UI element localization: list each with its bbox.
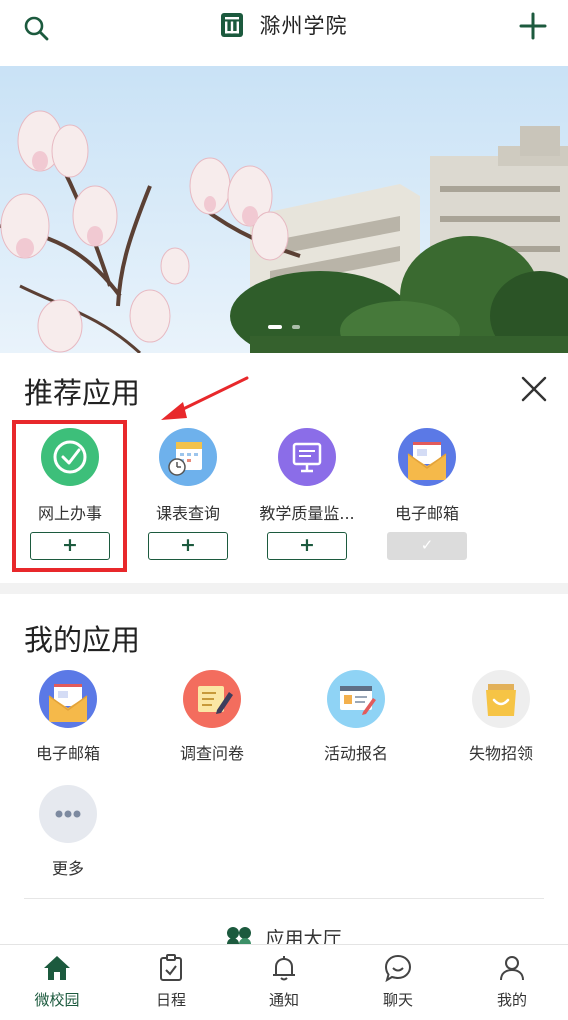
page-title: 滁州学院 [259, 14, 348, 38]
email-icon [39, 670, 97, 728]
tab-schedule[interactable]: 日程 [131, 953, 211, 1010]
banner-dot [291, 325, 300, 329]
annotation-arrow [161, 376, 249, 420]
divider-line [24, 898, 544, 899]
tab-label: 我的 [496, 991, 527, 1009]
recommend-title: 推荐应用 [24, 376, 141, 410]
tab-label: 日程 [155, 991, 186, 1009]
my-app-label: 调查问卷 [179, 744, 244, 763]
tab-notice[interactable]: 通知 [244, 953, 324, 1010]
more-icon [39, 785, 97, 843]
my-app-label: 电子邮箱 [35, 744, 100, 763]
bell-icon [273, 956, 295, 981]
tab-campus[interactable]: 微校园 [17, 953, 97, 1010]
bottom-tab-bar: 微校园 日程 通知 聊天 我的 [0, 944, 568, 1020]
recommend-item-teaching-quality[interactable]: 教学质量监... + [247, 428, 367, 568]
online-service-icon [41, 428, 99, 486]
tab-label: 通知 [268, 991, 299, 1009]
my-app-label: 活动报名 [323, 744, 388, 763]
tab-profile[interactable]: 我的 [472, 953, 552, 1010]
tab-chat[interactable]: 聊天 [358, 953, 438, 1010]
chat-icon [384, 954, 412, 983]
home-icon [44, 956, 70, 980]
profile-icon [500, 956, 524, 981]
campus-banner[interactable] [0, 66, 568, 353]
plus-icon: + [299, 534, 315, 556]
recommend-item-label: 网上办事 [37, 504, 102, 523]
campus-magnolia-photo [0, 66, 568, 353]
schedule-icon [160, 954, 182, 981]
teaching-quality-icon [278, 428, 336, 486]
survey-icon [183, 670, 241, 728]
close-icon[interactable] [518, 373, 550, 405]
tab-label: 微校园 [34, 991, 80, 1009]
plus-icon: + [180, 534, 196, 556]
recommend-item-label: 课表查询 [155, 504, 220, 523]
recommend-item-email[interactable]: 电子邮箱 ✓ [367, 428, 487, 568]
section-divider [0, 583, 568, 594]
plus-icon[interactable] [518, 11, 548, 41]
school-logo-icon [221, 13, 244, 37]
add-app-button[interactable]: + [148, 532, 228, 560]
my-app-survey[interactable]: 调查问卷 [152, 670, 272, 764]
my-app-email[interactable]: 电子邮箱 [8, 670, 128, 764]
add-app-button[interactable]: + [30, 532, 110, 560]
timetable-icon [159, 428, 217, 486]
my-apps-title: 我的应用 [24, 623, 141, 657]
my-app-label: 失物招领 [468, 744, 533, 763]
banner-dot-active [268, 325, 283, 329]
tab-label: 聊天 [382, 991, 413, 1009]
add-app-button[interactable]: + [267, 532, 347, 560]
recommend-item-online-service[interactable]: 网上办事 + [10, 428, 130, 568]
my-app-label: 更多 [51, 859, 84, 878]
banner-pagination [0, 314, 568, 333]
recommend-item-label: 教学质量监... [259, 504, 355, 523]
check-icon: ✓ [420, 536, 434, 554]
my-app-event-signup[interactable]: 活动报名 [296, 670, 416, 764]
added-app-button[interactable]: ✓ [387, 532, 467, 560]
app-header: 滁州学院 [0, 0, 568, 55]
recommend-item-timetable[interactable]: 课表查询 + [128, 428, 248, 568]
header-title-group: 滁州学院 [0, 10, 568, 40]
my-app-more[interactable]: 更多 [8, 785, 128, 879]
plus-icon: + [62, 534, 78, 556]
event-signup-icon [327, 670, 385, 728]
my-app-lost-found[interactable]: 失物招领 [441, 670, 561, 764]
recommend-item-label: 电子邮箱 [394, 504, 459, 523]
lost-found-icon [472, 670, 530, 728]
email-icon [398, 428, 456, 486]
